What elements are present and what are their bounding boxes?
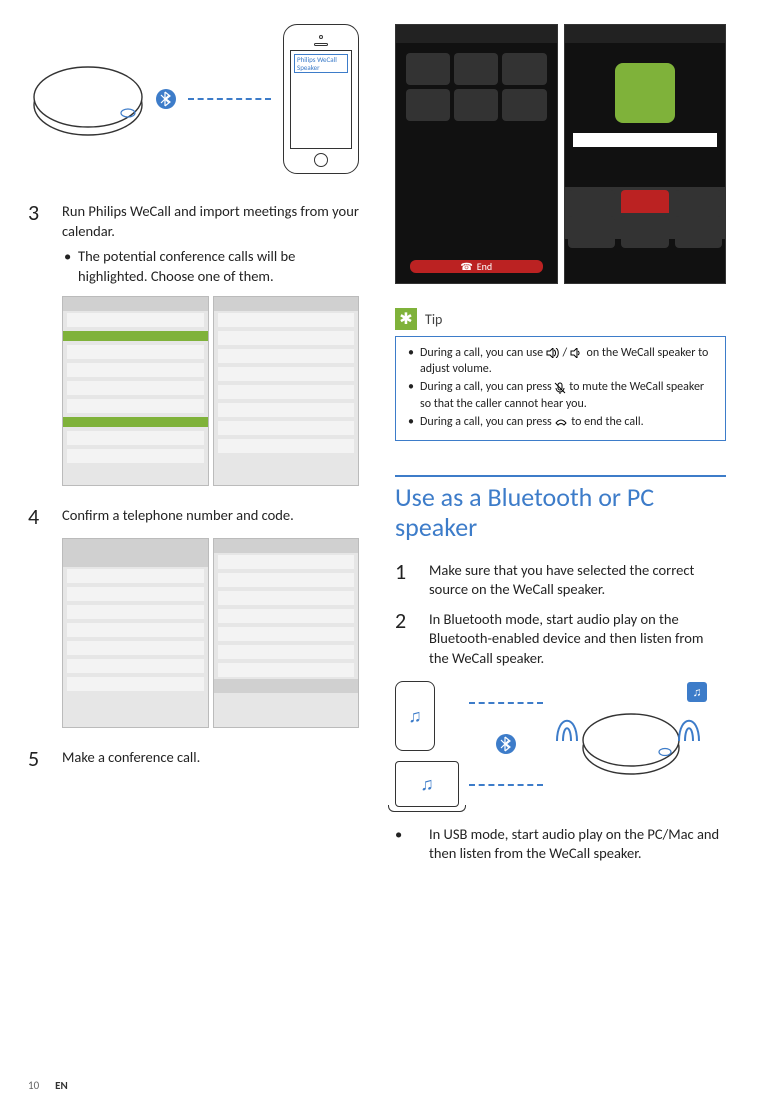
bt-step-1: 1 Make sure that you have selected the c… <box>395 561 726 600</box>
step-text: Make a conference call. <box>62 748 359 770</box>
volume-down-icon <box>570 348 584 358</box>
tip-item: During a call, you can press to mute the… <box>406 379 715 411</box>
screenshot-placeholder <box>213 538 360 728</box>
screenshot-placeholder <box>62 296 209 486</box>
volume-up-icon <box>546 348 560 358</box>
call-screenshots: ☎End <box>395 24 726 284</box>
step-text: Confirm a telephone number and code. <box>62 506 359 528</box>
page-footer: 10 EN <box>28 1079 68 1092</box>
step-3: 3 Run Philips WeCall and import meetings… <box>28 202 359 286</box>
connection-dashes <box>188 98 271 100</box>
ios-call-screenshot: ☎End <box>395 24 558 284</box>
pairing-illustration: Philips WeCall Speaker <box>28 24 359 174</box>
right-column: ☎End <box>395 24 726 864</box>
step-number: 1 <box>395 561 417 600</box>
bluetooth-icon <box>156 89 176 109</box>
phone-device-icon: Philips WeCall Speaker <box>283 24 359 174</box>
addcall-screenshots <box>62 538 359 728</box>
step-number: 3 <box>28 202 50 286</box>
tip-box: ✱ Tip During a call, you can use / on th… <box>395 308 726 441</box>
language-code: EN <box>55 1079 68 1092</box>
laptop-icon: ♫ <box>395 761 459 807</box>
music-note-icon: ♫ <box>420 773 434 795</box>
section-divider <box>395 475 726 477</box>
step-4: 4 Confirm a telephone number and code. <box>28 506 359 528</box>
step-number: 2 <box>395 610 417 669</box>
usb-bullet: • In USB mode, start audio play on the P… <box>395 825 726 864</box>
wecall-speaker-device-icon <box>28 55 148 143</box>
step-text: Make sure that you have selected the cor… <box>429 561 726 600</box>
page-number: 10 <box>28 1079 39 1092</box>
left-column: Philips WeCall Speaker 3 Run Philips WeC… <box>28 24 359 864</box>
hangup-icon <box>554 417 568 427</box>
bt-step-2: 2 In Bluetooth mode, start audio play on… <box>395 610 726 669</box>
mic-mute-icon <box>554 382 566 394</box>
usb-bullet-text: In USB mode, start audio play on the PC/… <box>429 825 726 864</box>
step-bullet: The potential conference calls will be h… <box>62 247 359 286</box>
tip-item: During a call, you can use / on the WeCa… <box>406 345 715 377</box>
tip-label: Tip <box>425 311 442 328</box>
tip-badge-icon: ✱ <box>395 308 417 330</box>
step-5: 5 Make a conference call. <box>28 748 359 770</box>
speaker-with-waves: ♫ <box>553 696 703 791</box>
phone-icon: ♫ <box>395 681 435 751</box>
android-call-screenshot <box>564 24 727 284</box>
music-note-icon: ♫ <box>408 705 422 727</box>
calendar-screenshots <box>62 296 359 486</box>
step-number: 4 <box>28 506 50 528</box>
screenshot-placeholder <box>62 538 209 728</box>
screenshot-placeholder <box>213 296 360 486</box>
music-note-badge-icon: ♫ <box>687 682 707 702</box>
step-text: In Bluetooth mode, start audio play on t… <box>429 610 726 669</box>
step-number: 5 <box>28 748 50 770</box>
end-call-button: ☎End <box>410 260 543 273</box>
phone-screen-label: Philips WeCall Speaker <box>294 54 348 73</box>
step-text: Run Philips WeCall and import meetings f… <box>62 202 359 240</box>
bluetooth-pc-illustration: ♫ ♫ ♫ <box>395 681 726 807</box>
android-robot-icon <box>615 63 675 123</box>
section-heading: Use as a Bluetooth or PC speaker <box>395 483 726 543</box>
bluetooth-icon <box>496 734 516 754</box>
tip-item: During a call, you can press to end the … <box>406 414 715 430</box>
